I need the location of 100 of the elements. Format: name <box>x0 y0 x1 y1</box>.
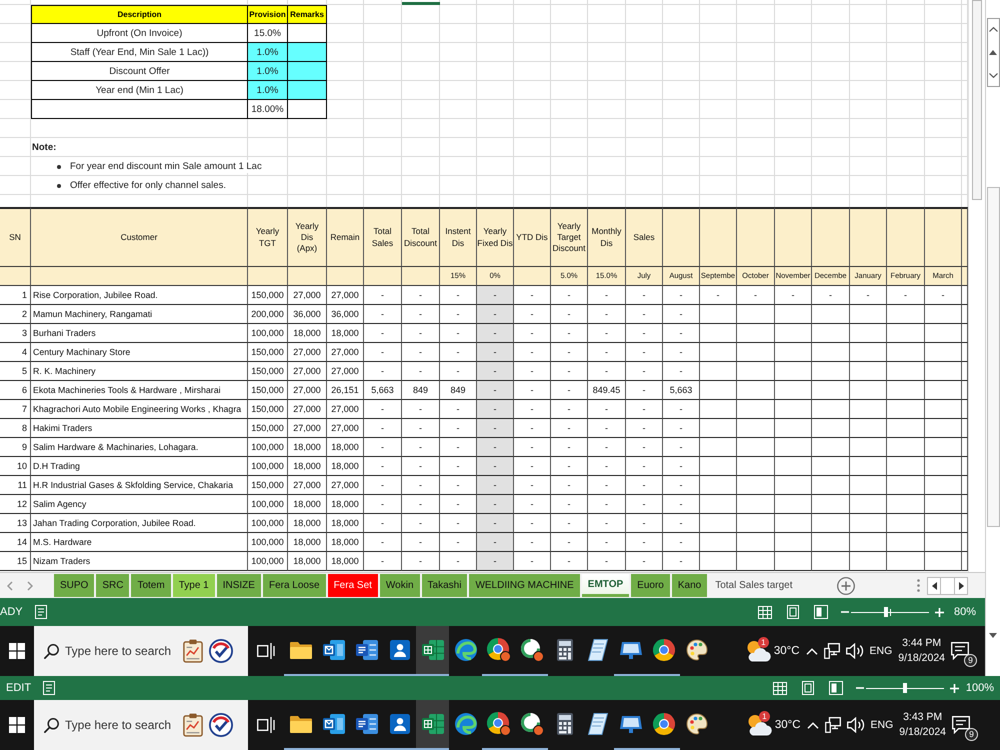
sheet-tab[interactable]: WELDIING MACHINE <box>469 574 580 597</box>
table-cell: - <box>700 286 737 305</box>
table-cell: - <box>551 419 588 438</box>
table-cell: - <box>364 476 402 495</box>
triangle-down-icon[interactable] <box>989 633 997 638</box>
calculator-icon <box>556 639 572 661</box>
scroll-thumb[interactable] <box>986 187 1000 527</box>
table-cell: Khagrachori Auto Mobile Engineering Works , Khagra <box>31 400 248 419</box>
page-lines-icon[interactable] <box>34 605 47 619</box>
sheet-tab[interactable]: Fera Set <box>328 574 378 597</box>
sheet-tab[interactable]: EMTOP <box>582 574 630 597</box>
temperature[interactable]: 30°C <box>774 645 800 657</box>
four-squares-icon <box>9 643 25 659</box>
page-lines-icon[interactable] <box>43 681 56 695</box>
sheet-tab[interactable]: Totem <box>131 574 171 597</box>
table-cell: - <box>588 343 626 362</box>
caret-up-icon[interactable] <box>806 648 818 654</box>
sheet-tab[interactable]: Total Sales target <box>709 574 798 597</box>
clock-time[interactable]: 3:43 PM <box>903 712 942 724</box>
clock-date[interactable]: 9/18/2024 <box>898 652 945 664</box>
alert-badge: 1 <box>758 711 770 722</box>
chevron-down-icon[interactable] <box>988 73 998 78</box>
cloud-sun-icon[interactable] <box>744 640 771 662</box>
table-cell: - <box>402 552 440 571</box>
slider-thumb[interactable] <box>884 607 888 617</box>
sheet-tab[interactable]: INSIZE <box>216 574 261 597</box>
sheet-tab[interactable]: Fera Loose <box>262 574 326 597</box>
sheet-tab[interactable]: Euoro <box>631 574 670 597</box>
table-cell: 150,000 <box>248 400 288 419</box>
network-icon[interactable] <box>824 643 840 659</box>
language-indicator[interactable]: ENG <box>870 719 894 731</box>
table-cell: - <box>663 400 700 419</box>
sheet-tab[interactable]: Wokin <box>380 574 420 597</box>
table-cell: 18,000 <box>327 457 364 476</box>
temperature[interactable]: 30°C <box>774 719 801 731</box>
table-cell: - <box>402 419 440 438</box>
speaker-icon[interactable] <box>846 643 864 659</box>
table-cell: - <box>663 343 700 362</box>
triangle-up-icon[interactable] <box>989 50 997 55</box>
table-cell: M.S. Hardware <box>31 533 248 552</box>
search-input[interactable]: Type here to search <box>65 718 177 732</box>
table-cell: 100,000 <box>248 552 288 571</box>
chevron-up-icon[interactable] <box>988 27 998 32</box>
table-cell: 27,000 <box>288 419 327 438</box>
table-cell: - <box>477 343 514 362</box>
table-cell: - <box>737 286 775 305</box>
table-cell: 150,000 <box>248 419 288 438</box>
scroll-thumb[interactable] <box>940 578 955 594</box>
table-cell: - <box>588 552 626 571</box>
table-cell: - <box>551 438 588 457</box>
header-cell <box>887 207 925 267</box>
zoom-level[interactable]: 100% <box>960 682 1000 694</box>
table-cell: - <box>551 552 588 571</box>
taskbar-app-button[interactable] <box>416 700 449 750</box>
table-cell: - <box>663 305 700 324</box>
zoom-level[interactable]: 80% <box>945 606 985 618</box>
horizontal-scrollbar[interactable] <box>927 576 968 594</box>
table-cell: - <box>364 457 402 476</box>
taskbar-app-button[interactable] <box>416 626 449 676</box>
table-cell: - <box>440 438 477 457</box>
search-input[interactable]: Type here to search <box>65 644 177 658</box>
scroll-thumb[interactable] <box>972 0 982 200</box>
cloud-sun-icon[interactable] <box>746 714 772 736</box>
wheel-badge-icon <box>486 712 510 736</box>
table-cell: - <box>440 362 477 381</box>
caret-up-icon[interactable] <box>806 722 819 728</box>
table-cell: - <box>588 400 626 419</box>
slider-thumb[interactable] <box>903 683 907 693</box>
table-cell: - <box>551 457 588 476</box>
speaker-icon[interactable] <box>846 717 865 733</box>
search-bar[interactable]: Type here to search <box>34 626 248 676</box>
table-cell: - <box>551 324 588 343</box>
clock-date[interactable]: 9/18/2024 <box>899 726 946 738</box>
network-icon[interactable] <box>824 717 841 733</box>
add-sheet-button[interactable] <box>836 576 856 596</box>
search-bar[interactable]: Type here to search <box>34 700 248 750</box>
bullet-icon <box>57 184 61 188</box>
sheet-tab[interactable]: Kano <box>672 574 708 597</box>
notification-icon[interactable] <box>952 716 970 734</box>
table-cell: 18,000 <box>288 495 327 514</box>
sheet-tab[interactable]: SUPO <box>54 574 94 597</box>
bullet-icon <box>57 164 61 168</box>
table-cell: 7 <box>0 400 31 419</box>
scrollbar-track[interactable] <box>968 0 985 572</box>
sheet-tab[interactable]: Type 1 <box>172 574 215 597</box>
scroll-button-group[interactable] <box>986 18 1000 87</box>
table-cell: - <box>402 438 440 457</box>
table-cell: 11 <box>0 476 31 495</box>
grid-tile-icon <box>422 714 444 734</box>
table-cell: - <box>514 419 551 438</box>
note-text: For year end discount min Sale amount 1 Lac <box>69 160 263 173</box>
clock-time[interactable]: 3:44 PM <box>902 638 942 650</box>
sheet-tab[interactable]: Takashi <box>422 574 468 597</box>
active-cell <box>402 0 440 5</box>
scrollbar-track[interactable] <box>985 0 1000 676</box>
language-indicator[interactable]: ENG <box>870 645 892 657</box>
sheet-tab[interactable]: SRC <box>96 574 130 597</box>
table-cell: 13 <box>0 514 31 533</box>
table-cell: H.R Industrial Gases & Skfolding Service, Chakaria <box>31 476 248 495</box>
notification-icon[interactable] <box>951 642 969 660</box>
